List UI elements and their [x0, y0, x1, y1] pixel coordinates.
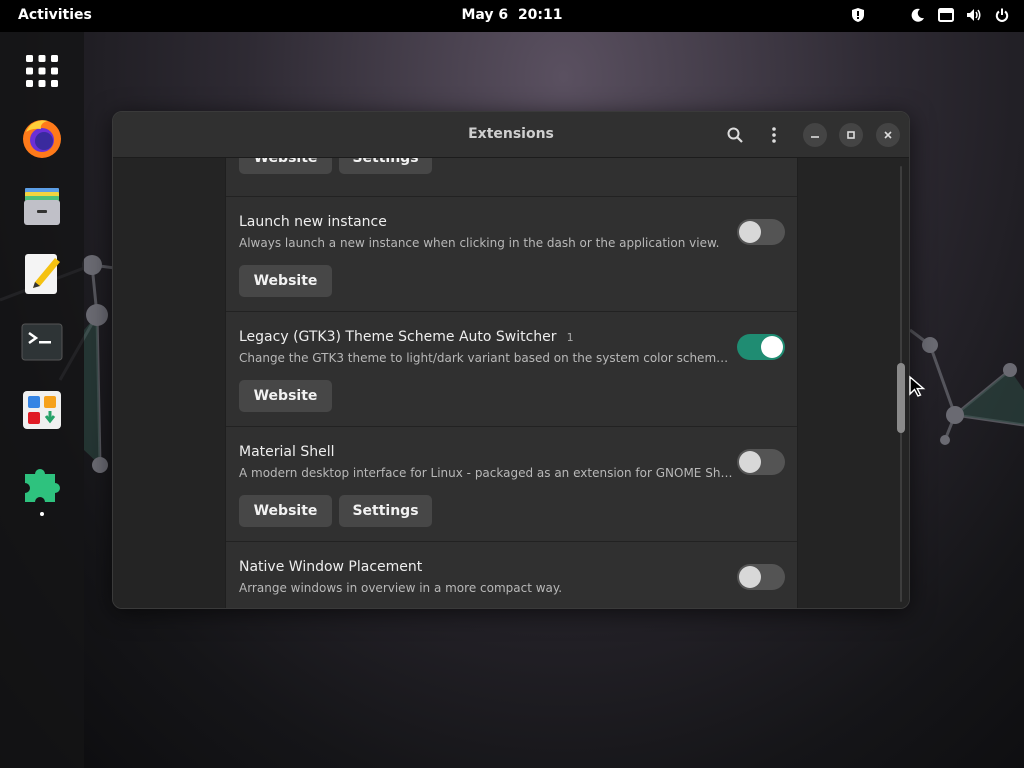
extension-description: Arrange windows in overview in a more co…	[239, 581, 563, 595]
header-bar[interactable]: Extensions	[113, 112, 909, 158]
extension-row-launch-new-instance: Launch new instance Always launch a new …	[226, 197, 797, 312]
settings-button[interactable]: Settings	[339, 158, 432, 174]
software-store-icon[interactable]	[18, 386, 66, 434]
mouse-cursor-icon	[909, 375, 926, 397]
scrollbar-thumb[interactable]	[897, 363, 905, 433]
activities-button[interactable]: Activities	[18, 7, 92, 23]
extensions-list: Website Settings Launch new instance Alw…	[225, 158, 798, 608]
extension-row-native-window-placement: Native Window Placement Arrange windows …	[226, 542, 797, 608]
settings-button[interactable]: Settings	[339, 495, 432, 527]
clock-date[interactable]: May 6	[461, 7, 508, 23]
extension-name: Launch new instance	[239, 214, 387, 230]
website-button[interactable]: Website	[239, 380, 332, 412]
extensions-icon[interactable]	[18, 462, 66, 510]
close-icon[interactable]	[876, 123, 900, 147]
update-badge: 1	[566, 331, 574, 344]
website-button[interactable]: Website	[239, 265, 332, 297]
file-cabinet-icon[interactable]	[18, 182, 66, 230]
firefox-icon[interactable]	[18, 114, 66, 162]
extension-row: Website Settings	[226, 158, 797, 197]
power-icon[interactable]	[994, 5, 1010, 25]
display-icon[interactable]	[938, 5, 954, 25]
system-tray[interactable]	[850, 5, 1010, 25]
top-bar: Activities May 6 20:11	[0, 0, 1024, 32]
text-editor-icon[interactable]	[18, 250, 66, 298]
extension-name: Legacy (GTK3) Theme Scheme Auto Switcher…	[239, 329, 574, 345]
night-light-icon[interactable]	[910, 5, 926, 25]
extension-row-material-shell: Material Shell A modern desktop interfac…	[226, 427, 797, 542]
running-indicator	[40, 512, 44, 516]
extension-toggle[interactable]	[737, 334, 785, 360]
extension-name: Material Shell	[239, 444, 335, 460]
extension-description: Always launch a new instance when clicki…	[239, 236, 720, 250]
extension-toggle[interactable]	[737, 564, 785, 590]
website-button[interactable]: Website	[239, 495, 332, 527]
extension-name: Native Window Placement	[239, 559, 423, 575]
extension-toggle[interactable]	[737, 449, 785, 475]
terminal-icon[interactable]	[18, 318, 66, 366]
extension-row-legacy-gtk3-theme: Legacy (GTK3) Theme Scheme Auto Switcher…	[226, 312, 797, 427]
window-title: Extensions	[468, 126, 554, 142]
clock-time[interactable]: 20:11	[518, 7, 563, 23]
extensions-list-scroll[interactable]: Website Settings Launch new instance Alw…	[113, 158, 909, 608]
volume-icon[interactable]	[966, 5, 982, 25]
minimize-icon[interactable]	[803, 123, 827, 147]
extension-toggle[interactable]	[737, 219, 785, 245]
extension-name-text: Legacy (GTK3) Theme Scheme Auto Switcher	[239, 329, 557, 345]
extension-description: Change the GTK3 theme to light/dark vari…	[239, 351, 733, 365]
website-button[interactable]: Website	[239, 158, 332, 174]
search-icon[interactable]	[723, 123, 747, 147]
extensions-window: Extensions Website Settings Launch new i…	[112, 111, 910, 609]
dock	[0, 32, 84, 768]
shield-icon[interactable]	[850, 5, 866, 25]
maximize-icon[interactable]	[839, 123, 863, 147]
menu-icon[interactable]	[762, 123, 786, 147]
extension-description: A modern desktop interface for Linux - p…	[239, 466, 733, 480]
app-grid-icon[interactable]	[18, 47, 66, 95]
